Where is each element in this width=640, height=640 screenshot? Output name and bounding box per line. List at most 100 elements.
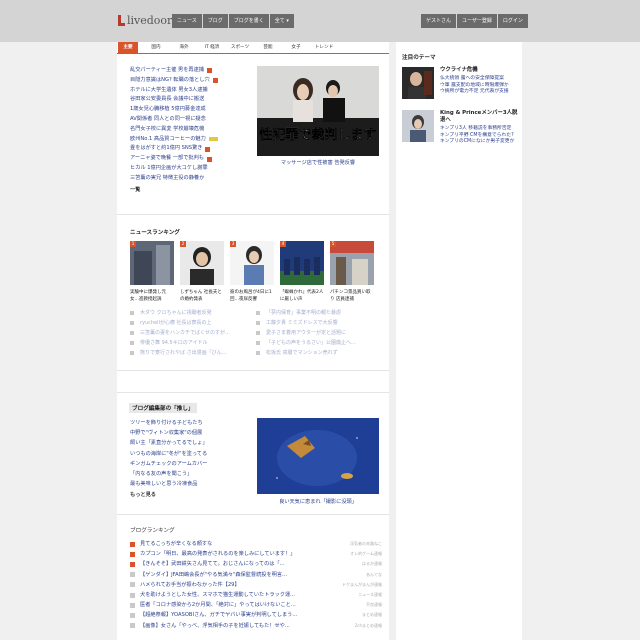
ranking-thumbnail: 5 [330,241,374,285]
headline-item[interactable]: 乱交パーティー主催 男を再逮捕 [130,66,255,76]
tab-it-economy[interactable]: IT 経済 [198,42,226,53]
ranking-list-item[interactable]: 松坂氏 高層でマンション売れず [256,348,382,358]
blog-pick-more-link[interactable]: もっと見る [130,491,255,498]
tab-sports[interactable]: スポーツ [226,42,254,53]
ranking-list-item[interactable]: 愛子さま着用アウターが定と話題に [256,328,382,338]
theme-thumbnail [402,67,434,99]
divider [117,514,389,515]
livedoor-logo-icon [117,15,125,26]
category-tabs: 主要 国内 海外 IT 経済 スポーツ 芸能 女子 トレンド [118,42,338,53]
ranking-list-item[interactable]: 俳優さ舞 94.5キロのアイドル [130,338,256,348]
ranking-card[interactable]: 2 しずちゃん 社長夫との婚約発表 [180,241,224,303]
blog-pick-item[interactable]: 最も美味しいと思う冷凍食品 [130,479,255,489]
blog-ranking-item[interactable]: 【画像】女さん「やっべ、浮気相手の子を妊娠してもた！せや... 2chまとめ速報 [130,621,382,631]
ranking-list-item[interactable]: 工藤夕貴 ミミズドレスで大反響 [256,318,382,328]
blog-pick-item[interactable]: 「内なる友の声を聞こう」 [130,469,255,479]
blog-ranking-item[interactable]: 医者「コロナ感染から2か月間、「絶対に」やってはいけないこと... 不良速報 [130,600,382,610]
theme-heading[interactable]: ウクライナ危機 [440,67,518,74]
ranking-list-item[interactable]: 熊りで寮行されやば さ出漫画「びん… [130,348,256,358]
ranking-thumbnail: 4 [280,241,324,285]
guest-button[interactable]: ゲストさん [421,14,457,28]
blog-pick-caption[interactable]: 良い天気に恵まれ「撮影に没頭」 [257,498,379,505]
rank-marker-icon [130,541,135,547]
nav-news-button[interactable]: ニュース [172,14,202,28]
theme-link[interactable]: キンプリ3人 移籍説を事務所否定 [440,126,518,133]
bullet-icon [130,321,134,325]
header-bar: livedoor ニュース ブログ ブログを書く 全て ▾ ゲストさん ユーザー… [0,0,640,42]
theme-link[interactable]: ウ摘所が電力不足 元代表が支援 [440,89,518,96]
nav-write-blog-button[interactable]: ブログを書く [228,14,269,28]
theme-link[interactable]: キンプリのCMになにか男子変更か [440,139,518,146]
theme-heading[interactable]: King & Princeメンバー3人脱退へ [440,110,518,124]
rank-number: 1 [130,241,136,247]
blog-pick-item[interactable]: ギンガムチェックのアームカバー [130,459,255,469]
blog-pick-list: ツリーを飾り付ける子どもたち 中野で"ヴィトン収集家"の個展 飼い主「素直分かっ… [130,418,255,498]
ranking-list-item[interactable]: ryuchellが心療 社長は寮長の上 [130,318,256,328]
blog-pick-item[interactable]: ツリーを飾り付ける子どもたち [130,418,255,428]
ranking-card[interactable]: 3 彼のお風呂が4日に1回…夜尿反響 [230,241,274,303]
bullet-icon [130,341,134,345]
blog-ranking-item[interactable]: 見てるこっちが辛くなる顔すな 浮気者の末路ねこ [130,539,382,549]
feature-caption[interactable]: マッサージ店で性被害 告発反響 [257,159,379,166]
theme-link[interactable]: 仏大統領 露への安全保障提案 [440,76,518,83]
ranking-list-item[interactable]: 木ダウ クロちゃんに視聴者反発 [130,308,256,318]
rank-marker-icon [130,592,135,598]
blog-pick-photo[interactable] [257,418,379,494]
ranking-card[interactable]: 1 実験中に爆発し元女…進教授起訴 [130,241,174,303]
ranking-card[interactable]: 5 パチンコ景品買い取り 店員逮捕 [330,241,374,303]
ranking-list-item[interactable]: 「子どもの声をうるさい」公園廃止へ… [256,338,382,348]
register-button[interactable]: ユーザー登録 [457,14,497,28]
headline-item[interactable]: 畳をはがすと約1億円 SNS驚き [130,144,255,154]
headline-item[interactable]: 谷田家公安委員長 会議中に搬送 [130,95,255,105]
rank-marker-icon [130,551,135,557]
theme-card[interactable]: ウクライナ危機 仏大統領 露への安全保障提案 ウ軍 露支配の地域に時限爆弾か ウ… [402,67,518,99]
headline-item[interactable]: 名門女子校に異変 学校崩壊危機 [130,125,255,135]
feature-photo[interactable]: 性犯罪で裁判します [257,66,379,156]
headline-item[interactable]: 三笘薫の実兄 特徴主役の静養か [130,174,255,184]
blog-ranking-item[interactable]: 【きんそそ】武田鉄矢さん見てて。おじさんになってのは「... はるか速報 [130,559,382,569]
headline-item[interactable]: 欧州No.1 高品質コーヒーの魅力 [130,135,255,145]
blog-ranking-item[interactable]: カプコン「明日、最高の発表がされるのを楽しみにしています！」 オレ的ゲーム速報 [130,549,382,559]
livedoor-logo[interactable]: livedoor [117,14,172,27]
ranking-card[interactable]: 4 「蜘蛛かれ」代表2人に厳しい声 [280,241,324,303]
bullet-icon [256,331,260,335]
headline-item[interactable]: AV関係者 同人との同一視に疑念 [130,115,255,125]
tab-trend[interactable]: トレンド [310,42,338,53]
headline-item[interactable]: 目隠力意識はNG? 転職の落とし穴 [130,76,255,86]
theme-card[interactable]: King & Princeメンバー3人脱退へ キンプリ3人 移籍説を事務所否定 … [402,110,518,146]
rank-marker-icon [130,602,135,608]
rank-number: 5 [330,241,336,247]
nav-blog-button[interactable]: ブログ [202,14,228,28]
ranking-top-list: 1 実験中に爆発し元女…進教授起訴 2 しずちゃん 社長夫との婚約発表 3 彼の… [130,241,374,303]
tab-top[interactable]: 主要 [118,42,138,53]
logo-text: livedoor [127,14,173,27]
headline-more-link[interactable]: 一覧 [130,186,255,193]
blog-ranking-item[interactable]: 【ゲンダイ】JFA田嶋会長が"やる気満々"森保監督続投を明言... あんてな [130,570,382,580]
new-badge-icon [205,146,211,152]
sidebar-title: 注目のテーマ [402,55,436,61]
tab-women[interactable]: 女子 [282,42,310,53]
login-button[interactable]: ログイン [497,14,528,28]
blog-pick-item[interactable]: 飼い主「素直分かってるでしょ」 [130,438,255,448]
nav-all-dropdown[interactable]: 全て ▾ [269,14,294,28]
tab-entertainment[interactable]: 芸能 [254,42,282,53]
blog-ranking-item[interactable]: ハメられてお手当が振わなかった件【29】 ドクまんがまんが速報 [130,580,382,590]
rank-marker-icon [130,612,135,618]
blog-ranking-item[interactable]: 犬を助けようとした女性、スマホで猫生運動していたトラック運... ニュース速報 [130,590,382,600]
rank-number: 4 [280,241,286,247]
ranking-caption: 「蜘蛛かれ」代表2人に厳しい声 [280,290,324,302]
blog-pick-item[interactable]: いつもの海岸に"冬が"を塗ってる [130,449,255,459]
blog-ranking-item[interactable]: 【超絶祭報】YOASOBIさん、ガチでヤバい事実が判明してしまう... まとめ速報 [130,610,382,620]
headline-item[interactable]: 1歳女児心臓移植 5億円募金達成 [130,105,255,115]
new-badge-icon [206,68,212,74]
theme-thumbnail [402,110,434,142]
headline-item[interactable]: ホテルに大学生遺体 男女3人逮捕 [130,86,255,96]
bullet-icon [256,311,260,315]
ranking-list-item[interactable]: 三笘薫の妻をハンカチでばくせのすが… [130,328,256,338]
headline-item[interactable]: アーニャ姿で晩餐 一部で批判も [130,154,255,164]
ranking-list-item[interactable]: 「夢内保育」事業不明の親た暴虐 [256,308,382,318]
tab-world[interactable]: 海外 [170,42,198,53]
tab-domestic[interactable]: 国内 [142,42,170,53]
blog-pick-item[interactable]: 中野で"ヴィトン収集家"の個展 [130,428,255,438]
headline-item[interactable]: ヒカル 1億円企画が大コケし謝罪 [130,164,255,174]
